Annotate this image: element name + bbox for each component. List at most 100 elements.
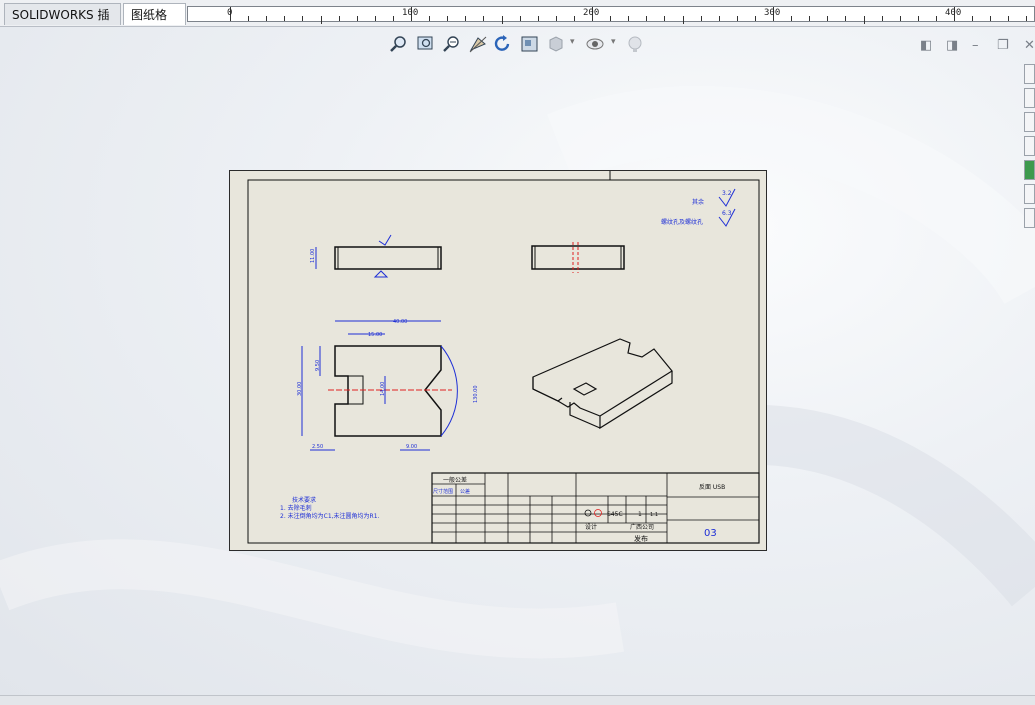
- ruler-tick: [1008, 16, 1009, 21]
- horizontal-ruler: 0 100 200 300 400: [187, 6, 1035, 24]
- appearance-icon[interactable]: [625, 34, 645, 54]
- surface-val-2: 6.3: [722, 210, 732, 217]
- hide-show-dropdown-icon[interactable]: ▾: [611, 37, 616, 47]
- material-value: S45C: [607, 511, 623, 518]
- ruler-label: 200: [583, 8, 600, 18]
- appearance-globe-icon[interactable]: [1024, 160, 1035, 180]
- ruler-tick: [791, 16, 792, 21]
- title-block: 一般公差 尺寸范围 公差 S45C 1 反面 USB 03 设计 广西公司 发布…: [431, 472, 760, 544]
- surface-finish-notes: 其余 螺纹孔及螺纹孔 3.2 6.3: [661, 188, 736, 227]
- ruler-tick: [610, 16, 611, 21]
- ruler-tick: [664, 16, 665, 21]
- file-explorer-icon[interactable]: [1024, 136, 1035, 156]
- tech-item-1: 1. 去除毛刺: [280, 504, 312, 512]
- ruler-tick: [520, 16, 521, 21]
- ruler-tick: [809, 16, 810, 21]
- ruler-tick: [646, 16, 647, 21]
- ruler-tick: [502, 16, 503, 24]
- display-style-icon[interactable]: [546, 34, 566, 54]
- drawing-sheet[interactable]: 其余 螺纹孔及螺纹孔 3.2 6.3 11.00 40.00 15.00 30.…: [229, 170, 767, 551]
- ruler-tick: [302, 16, 303, 21]
- isometric-view[interactable]: [532, 338, 673, 430]
- tech-item-2: 2. 未注倒角均为C1,未注圆角均为R1.: [280, 512, 380, 520]
- ruler-tick: [357, 16, 358, 21]
- rotate-view-icon[interactable]: [493, 34, 513, 54]
- ruler-tick: [284, 16, 285, 21]
- forum-icon[interactable]: [1024, 208, 1035, 228]
- ruler-tick: [556, 16, 557, 21]
- ruler-tick: [266, 16, 267, 21]
- ruler-tick: [574, 16, 575, 21]
- resources-icon[interactable]: [1024, 88, 1035, 108]
- display-style-dropdown-icon[interactable]: ▾: [570, 37, 575, 47]
- custom-properties-icon[interactable]: [1024, 184, 1035, 204]
- ruler-tick: [936, 16, 937, 21]
- ruler-tick: [900, 16, 901, 21]
- hide-show-icon[interactable]: [585, 34, 605, 54]
- previous-view-icon[interactable]: [442, 34, 462, 54]
- designer-label: 设计: [585, 523, 597, 531]
- task-pane-tabs: [1024, 62, 1035, 232]
- ruler-label: 300: [764, 8, 781, 18]
- tolerance-label: 公差: [460, 488, 470, 495]
- ruler-label: 100: [402, 8, 419, 18]
- ruler-label: 400: [945, 8, 962, 18]
- view-orientation-icon[interactable]: [520, 34, 540, 54]
- dim-height: 11.00: [310, 249, 316, 263]
- ruler-tick: [918, 16, 919, 21]
- ruler-tick: [447, 16, 448, 21]
- surface-note-rest: 其余: [692, 198, 704, 206]
- top-tab-strip: SOLIDWORKS 插件 图纸格式 0 100 200 300 400: [0, 0, 1035, 44]
- ruler-tick: [429, 16, 430, 21]
- drawing-canvas: 其余 螺纹孔及螺纹孔 3.2 6.3 11.00 40.00 15.00 30.…: [247, 171, 760, 544]
- ruler-tick: [375, 16, 376, 21]
- ruler-tick: [339, 16, 340, 21]
- ruler-tick: [628, 16, 629, 21]
- status-label: 发布: [634, 534, 648, 543]
- technical-requirements: 技术要求 1. 去除毛刺 2. 未注倒角均为C1,未注圆角均为R1.: [280, 496, 380, 520]
- company-label: 广西公司: [630, 523, 654, 531]
- side-view[interactable]: [531, 242, 625, 273]
- ruler-tick: [393, 16, 394, 21]
- size-range-label: 尺寸范围: [433, 488, 453, 495]
- ruler-tick: [827, 16, 828, 21]
- front-view[interactable]: 11.00: [310, 234, 442, 278]
- home-icon[interactable]: [1024, 64, 1035, 84]
- dim-arc: 130.00: [473, 386, 479, 404]
- zoom-to-fit-icon[interactable]: [389, 34, 409, 54]
- minimize-icon[interactable]: –: [972, 38, 979, 53]
- close-icon[interactable]: ✕: [1024, 38, 1035, 53]
- top-view[interactable]: 40.00 15.00 30.00 9.50 14.00 130.00 2.50…: [297, 319, 479, 451]
- dim-slot-offset: 15.00: [368, 332, 382, 338]
- tile-right-icon[interactable]: ◨: [946, 38, 958, 53]
- ruler-tick: [845, 16, 846, 21]
- ruler-tick: [990, 16, 991, 21]
- ruler-tick: [538, 16, 539, 21]
- ruler-tick: [683, 16, 684, 24]
- design-library-icon[interactable]: [1024, 112, 1035, 132]
- ruler-tick: [483, 16, 484, 21]
- ruler-tick: [972, 16, 973, 21]
- surface-note-thread: 螺纹孔及螺纹孔: [661, 218, 703, 226]
- restore-icon[interactable]: ❐: [997, 38, 1009, 53]
- tab-sheet-format[interactable]: 图纸格式: [123, 3, 186, 44]
- ruler-tick: [248, 16, 249, 21]
- heads-up-view-toolbar: ▾ ▾: [389, 34, 649, 56]
- ruler-tick: [882, 16, 883, 21]
- ruler-tick: [719, 16, 720, 21]
- ruler-tick: [737, 16, 738, 21]
- ruler-tick: [701, 16, 702, 21]
- tile-left-icon[interactable]: ◧: [920, 38, 932, 53]
- tab-solidworks-addins[interactable]: SOLIDWORKS 插件: [4, 3, 121, 44]
- part-name: 反面 USB: [699, 483, 725, 491]
- ruler-tick: [465, 16, 466, 21]
- ruler-label: 0: [227, 8, 233, 18]
- surface-val-1: 3.2: [722, 190, 732, 197]
- dim-width: 40.00: [393, 319, 407, 325]
- tolerance-title: 一般公差: [443, 476, 467, 484]
- ruler-tick: [1026, 16, 1027, 21]
- ruler-tick: [755, 16, 756, 21]
- zoom-to-area-icon[interactable]: [416, 34, 436, 54]
- dim-right-gap: 9.00: [406, 444, 417, 450]
- section-view-icon[interactable]: [468, 34, 488, 54]
